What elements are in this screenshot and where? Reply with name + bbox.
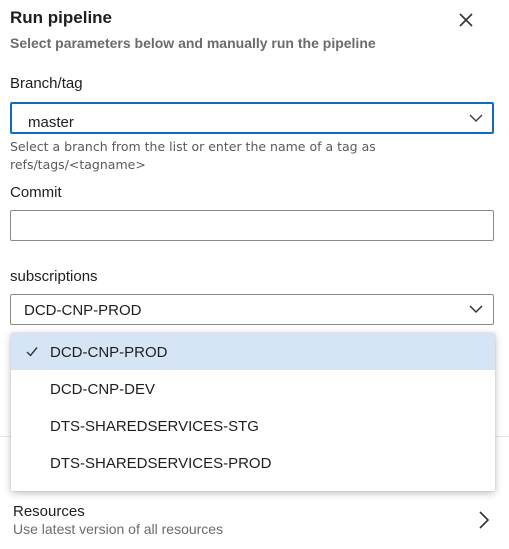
branch-tag-combobox[interactable]: master xyxy=(10,102,494,134)
branch-tag-help-text: Select a branch from the list or enter t… xyxy=(10,139,376,172)
subscription-option[interactable]: DCD-CNP-PROD xyxy=(11,333,495,370)
subscription-option-label: DCD-CNP-DEV xyxy=(50,381,155,398)
subscription-option[interactable]: DTS-SHAREDSERVICES-PROD xyxy=(11,444,495,481)
subscriptions-value: DCD-CNP-PROD xyxy=(24,302,142,319)
subscription-option[interactable]: DCD-CNP-DEV xyxy=(11,370,495,407)
subscription-option-label: DTS-SHAREDSERVICES-STG xyxy=(50,418,259,435)
resources-subtitle: Use latest version of all resources xyxy=(13,521,224,537)
subscription-option[interactable]: DTS-SHAREDSERVICES-STG xyxy=(11,407,495,444)
branch-tag-value: master xyxy=(28,114,74,131)
close-button[interactable] xyxy=(456,10,476,30)
close-icon xyxy=(459,13,473,27)
chevron-down-icon[interactable] xyxy=(469,304,483,314)
resources-title: Resources xyxy=(13,503,85,520)
commit-input[interactable] xyxy=(10,210,494,241)
branch-tag-label: Branch/tag xyxy=(10,75,83,92)
panel-subtitle: Select parameters below and manually run… xyxy=(10,35,376,51)
panel-title: Run pipeline xyxy=(10,8,112,27)
subscriptions-dropdown[interactable]: DCD-CNP-PROD xyxy=(10,294,494,325)
chevron-right-icon xyxy=(479,511,490,529)
checkmark-icon xyxy=(26,347,38,357)
subscription-option-label: DTS-SHAREDSERVICES-PROD xyxy=(50,455,272,472)
subscription-option-label: DCD-CNP-PROD xyxy=(50,344,168,361)
subscriptions-label: subscriptions xyxy=(10,268,98,285)
subscriptions-options-list: DCD-CNP-PROD DCD-CNP-DEV DTS-SHAREDSERVI… xyxy=(11,333,495,491)
run-pipeline-panel: Run pipeline Select parameters below and… xyxy=(0,0,509,549)
chevron-down-icon[interactable] xyxy=(469,113,483,123)
resources-row[interactable]: Resources Use latest version of all reso… xyxy=(0,496,509,546)
commit-label: Commit xyxy=(10,184,62,201)
